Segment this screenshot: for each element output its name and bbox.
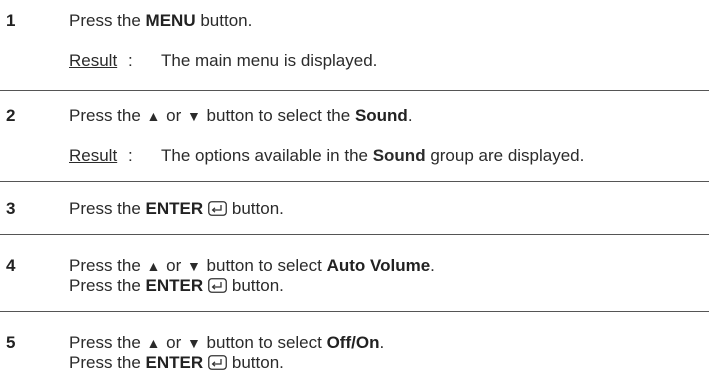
step-instruction: Press the ▲ or ▼ button to select Auto V…	[69, 256, 435, 275]
up-triangle-icon: ▲	[146, 335, 161, 351]
step-instruction: Press the ▲ or ▼ button to select Off/On…	[69, 333, 385, 352]
down-triangle-icon: ▼	[186, 108, 201, 124]
up-triangle-icon: ▲	[146, 108, 161, 124]
step-instruction-line-2: Press the ENTER button.	[69, 353, 284, 375]
enter-key-icon	[208, 201, 228, 221]
step-number: 4	[6, 256, 16, 275]
step-instruction: Press the ENTER button.	[69, 199, 284, 221]
step-instruction: Press the ▲ or ▼ button to select the So…	[69, 106, 413, 125]
divider	[0, 311, 709, 312]
step-number: 3	[6, 199, 16, 218]
step-instruction: Press the MENU button.	[69, 11, 253, 30]
down-triangle-icon: ▼	[186, 335, 201, 351]
result-label: Result	[69, 146, 118, 165]
result-text: The options available in the Sound group…	[161, 146, 585, 165]
step-number: 1	[6, 11, 16, 30]
result-label: Result	[69, 51, 118, 70]
divider	[0, 234, 709, 235]
enter-key-icon	[208, 355, 228, 375]
divider	[0, 181, 709, 182]
down-triangle-icon: ▼	[186, 258, 201, 274]
step-number: 2	[6, 106, 16, 125]
menu-button-label: MENU	[145, 11, 196, 30]
result-text: The main menu is displayed.	[161, 51, 378, 70]
enter-key-icon	[208, 278, 228, 298]
step-instruction-line-2: Press the ENTER button.	[69, 276, 284, 298]
up-triangle-icon: ▲	[146, 258, 161, 274]
step-number: 5	[6, 333, 16, 352]
divider	[0, 90, 709, 91]
